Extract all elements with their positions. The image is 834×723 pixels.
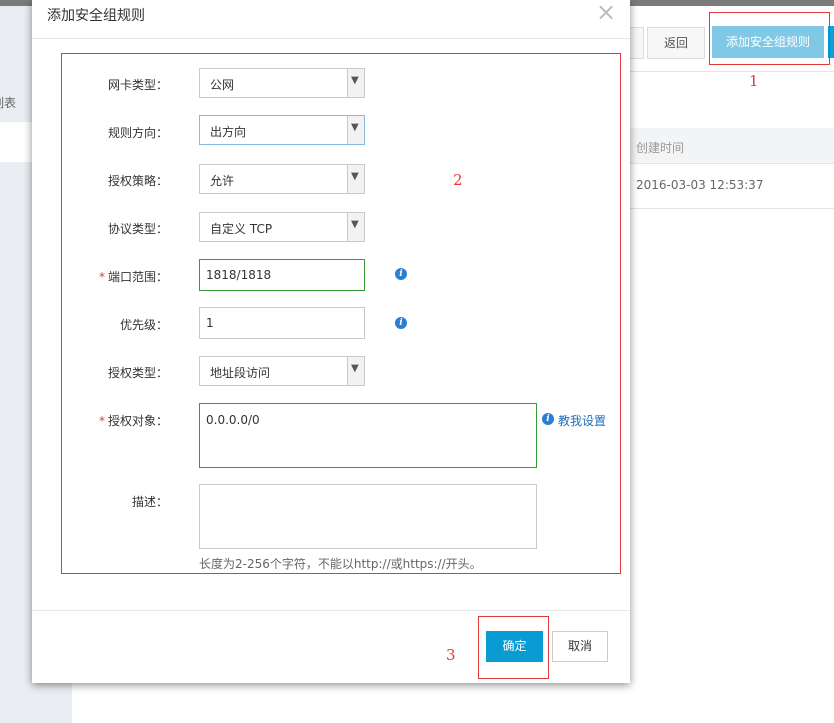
divider	[630, 71, 834, 72]
auth-type-value: 地址段访问	[210, 366, 271, 380]
back-button[interactable]: 返回	[647, 27, 705, 59]
priority-input[interactable]: 1	[199, 307, 365, 339]
protocol-type-label: 协议类型：	[107, 222, 168, 236]
confirm-button[interactable]: 确定	[486, 631, 543, 662]
priority-label: 优先级：	[119, 318, 168, 332]
port-range-label: * 端口范围：	[98, 270, 168, 284]
protocol-type-select[interactable]: 自定义 TCP ▼	[199, 212, 365, 242]
auth-policy-value: 允许	[210, 174, 235, 188]
auth-type-select[interactable]: 地址段访问 ▼	[199, 356, 365, 386]
rule-direction-label: 规则方向：	[107, 126, 168, 140]
chevron-down-icon: ▼	[347, 69, 364, 97]
chevron-down-icon: ▼	[347, 116, 364, 144]
info-icon[interactable]: i	[395, 268, 407, 280]
auth-object-label: * 授权对象：	[98, 414, 168, 428]
info-icon[interactable]: i	[395, 317, 407, 329]
chevron-down-icon: ▼	[347, 213, 364, 241]
chevron-down-icon: ▼	[347, 165, 364, 193]
annotation-label-3: 3	[446, 646, 456, 664]
auth-type-label: 授权类型：	[107, 366, 168, 380]
divider	[630, 208, 834, 209]
nic-type-label: 网卡类型：	[107, 78, 168, 92]
table-cell-created-time: 2016-03-03 12:53:37	[636, 178, 764, 192]
protocol-type-value: 自定义 TCP	[210, 222, 273, 236]
annotation-box-1	[709, 12, 830, 65]
nav-item-list[interactable]: 列表	[0, 90, 30, 116]
close-icon[interactable]: ×	[595, 0, 617, 24]
description-textarea[interactable]	[199, 484, 537, 549]
add-rule-dialog: 添加安全组规则 × 2 网卡类型： 公网 ▼ 规则方向： 出方向 ▼ 授权策略：…	[32, 0, 630, 683]
dialog-title: 添加安全组规则	[47, 8, 145, 24]
help-setup-link[interactable]: 教我设置	[558, 412, 606, 429]
nic-type-select[interactable]: 公网 ▼	[199, 68, 365, 98]
column-header-created-time: 创建时间	[636, 141, 685, 155]
info-icon: i	[542, 413, 554, 425]
required-mark: *	[98, 414, 105, 428]
rule-direction-select[interactable]: 出方向 ▼	[199, 115, 365, 145]
port-range-input[interactable]: 1818/1818	[199, 259, 365, 291]
auth-object-textarea[interactable]: 0.0.0.0/0	[199, 403, 537, 468]
chevron-down-icon: ▼	[347, 357, 364, 385]
nic-type-value: 公网	[210, 78, 235, 92]
annotation-label-1: 1	[749, 72, 759, 90]
dialog-footer-divider	[32, 610, 630, 611]
auth-object-value: 0.0.0.0/0	[206, 413, 260, 427]
annotation-label-2: 2	[453, 171, 463, 189]
description-label: 描述：	[131, 495, 168, 509]
required-mark: *	[98, 270, 105, 284]
priority-value: 1	[206, 316, 214, 330]
auth-policy-label: 授权策略：	[107, 174, 168, 188]
auth-policy-select[interactable]: 允许 ▼	[199, 164, 365, 194]
rule-direction-value: 出方向	[210, 125, 247, 139]
description-hint: 长度为2-256个字符，不能以http://或https://开头。	[199, 557, 482, 571]
port-range-value: 1818/1818	[206, 268, 272, 282]
dialog-header: 添加安全组规则 ×	[32, 0, 630, 39]
cancel-button[interactable]: 取消	[552, 631, 608, 662]
